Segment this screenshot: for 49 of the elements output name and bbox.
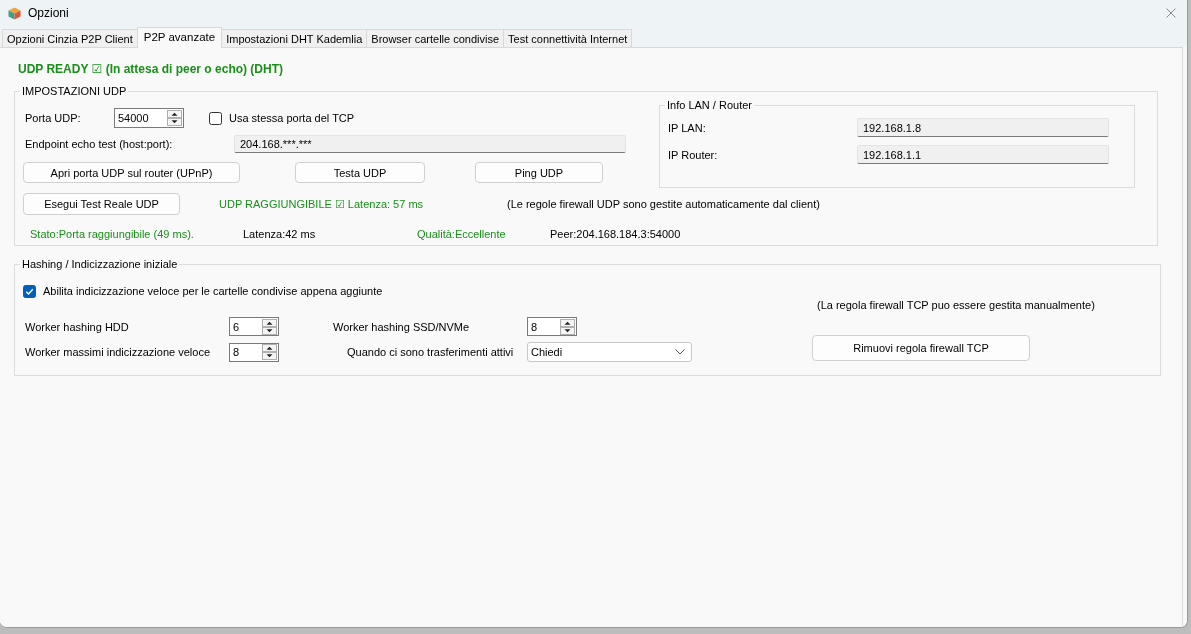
- group-title: Hashing / Indicizzazione iniziale: [21, 257, 179, 271]
- result-text: Latenza:42 ms: [243, 227, 317, 241]
- tab[interactable]: Test connettività Internet: [503, 29, 633, 47]
- result-text: Qualità:Eccellente: [417, 227, 507, 241]
- checkbox-label: Abilita indicizzazione veloce per le cartelle condivise appena aggiunte: [43, 284, 383, 298]
- text-field[interactable]: 204.168.***.***: [234, 135, 626, 153]
- text-field[interactable]: 192.168.1.1: [857, 145, 1109, 164]
- field-label: Worker hashing HDD: [25, 319, 130, 334]
- result-text: Peer:204.168.184.3:54000: [550, 227, 681, 241]
- checkbox[interactable]: [23, 284, 36, 298]
- checkbox[interactable]: [209, 111, 222, 125]
- field-label: IP Router:: [668, 147, 719, 162]
- group-title: IMPOSTAZIONI UDP: [21, 84, 128, 98]
- action-button[interactable]: Ping UDP: [475, 162, 603, 183]
- chevron-down-icon[interactable]: [675, 349, 685, 355]
- checkbox-label: Usa stessa porta del TCP: [229, 111, 355, 125]
- action-button[interactable]: Apri porta UDP sul router (UPnP): [23, 162, 240, 183]
- number-spinbox[interactable]: 8: [527, 317, 577, 336]
- group-title: Info LAN / Router: [666, 98, 753, 112]
- tab[interactable]: P2P avanzate: [136, 27, 223, 48]
- up-down-arrows-icon[interactable]: [262, 318, 277, 335]
- tab[interactable]: Opzioni Cinzia P2P Client: [2, 29, 138, 47]
- status-text: UDP READY ☑ (In attesa di peer o echo) (DHT): [18, 62, 285, 76]
- dropdown[interactable]: Chiedi: [527, 342, 692, 362]
- field-label: Worker hashing SSD/NVMe: [333, 319, 471, 334]
- field-label: Quando ci sono trasferimenti attivi: [346, 345, 515, 359]
- window-title: Opzioni: [28, 6, 69, 20]
- up-down-arrows-icon[interactable]: [167, 110, 182, 126]
- field-label: Worker massimi indicizzazione veloce: [25, 345, 212, 359]
- status-text: UDP RAGGIUNGIBILE ☑ Latenza: 57 ms: [219, 197, 425, 211]
- cube-icon: [8, 6, 21, 20]
- result-text: Stato:Porta raggiungibile (49 ms).: [30, 227, 195, 241]
- tab[interactable]: Browser cartelle condivise: [366, 29, 505, 47]
- number-spinbox[interactable]: 8: [229, 342, 279, 362]
- action-button[interactable]: Rimuovi regola firewall TCP: [812, 335, 1030, 361]
- action-button[interactable]: Esegui Test Reale UDP: [23, 193, 180, 215]
- number-spinbox[interactable]: 6: [229, 317, 279, 336]
- field-label: Endpoint echo test (host:port):: [25, 137, 174, 151]
- close-icon[interactable]: [1166, 8, 1176, 18]
- field-label: Porta UDP:: [25, 111, 82, 125]
- up-down-arrows-icon[interactable]: [560, 318, 575, 335]
- tab[interactable]: Impostazioni DHT Kademlia: [221, 29, 368, 47]
- field-label: IP LAN:: [668, 120, 707, 135]
- text-field[interactable]: 192.168.1.8: [857, 118, 1109, 137]
- note-text: (Le regole firewall UDP sono gestite automaticamente dal client): [507, 197, 820, 211]
- number-spinbox[interactable]: 54000: [114, 108, 184, 128]
- up-down-arrows-icon[interactable]: [262, 344, 277, 360]
- action-button[interactable]: Testa UDP: [295, 162, 425, 183]
- note-text: (La regola firewall TCP puo essere gestita manualmente): [817, 298, 1095, 312]
